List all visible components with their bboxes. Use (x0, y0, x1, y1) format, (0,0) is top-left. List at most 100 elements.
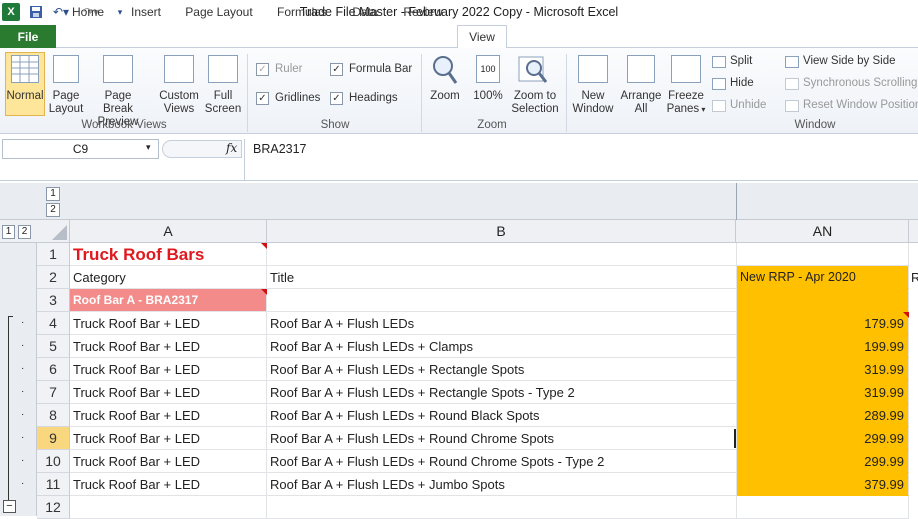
insert-function-icon[interactable]: fx (226, 141, 237, 155)
page-layout-icon[interactable] (53, 55, 79, 83)
cell-b8[interactable]: Roof Bar A + Flush LEDs + Round Black Sp… (267, 404, 737, 427)
cell-an8[interactable]: 289.99 (737, 404, 909, 427)
cell-b9[interactable]: Roof Bar A + Flush LEDs + Round Chrome S… (267, 427, 737, 450)
zoom-100-button[interactable]: 100% (470, 90, 506, 103)
row-header-1[interactable]: 1 (37, 243, 70, 266)
row-header-10[interactable]: 10 (37, 450, 70, 473)
zoom-to-selection-button[interactable]: Zoom to Selection (509, 90, 561, 116)
new-window-icon[interactable] (578, 55, 608, 83)
column-header-b[interactable]: B (267, 220, 736, 243)
arrange-all-icon[interactable] (627, 55, 655, 83)
tab-home[interactable]: Home (70, 5, 106, 19)
cell-an10[interactable]: 299.99 (737, 450, 909, 473)
page-break-preview-icon[interactable] (103, 55, 133, 83)
cell-an11[interactable]: 379.99 (737, 473, 909, 496)
cell-a9[interactable]: Truck Roof Bar + LED (70, 427, 267, 450)
zoom-button[interactable]: Zoom (427, 90, 463, 103)
cell-an1[interactable] (737, 243, 909, 266)
select-all-button[interactable] (37, 220, 70, 243)
tab-insert[interactable]: Insert (126, 5, 166, 19)
cell-a6[interactable]: Truck Roof Bar + LED (70, 358, 267, 381)
full-screen-button[interactable]: Full Screen (203, 90, 243, 116)
cell-an4[interactable]: 179.99 (737, 312, 909, 335)
cell-b3[interactable] (267, 289, 737, 312)
cell-an6[interactable]: 319.99 (737, 358, 909, 381)
row-header-4[interactable]: 4 (37, 312, 70, 335)
formula-input[interactable]: BRA2317 (244, 139, 918, 181)
gridlines-checkbox[interactable]: ✓ (256, 92, 269, 105)
cell-a2[interactable]: Category (70, 266, 267, 289)
tab-view[interactable]: View (457, 25, 507, 49)
tab-file[interactable]: File (0, 25, 56, 49)
cell-an9[interactable]: 299.99 (737, 427, 909, 450)
cell-an2[interactable]: New RRP - Apr 2020 (737, 266, 909, 289)
split-icon (712, 56, 726, 68)
unhide-button[interactable]: Unhide (730, 99, 766, 111)
name-box[interactable]: C9 (2, 139, 159, 159)
row-header-5[interactable]: 5 (37, 335, 70, 358)
cell-an7[interactable]: 319.99 (737, 381, 909, 404)
tab-formulas[interactable]: Formulas (274, 5, 330, 19)
row-header-8[interactable]: 8 (37, 404, 70, 427)
full-screen-icon[interactable] (208, 55, 238, 83)
tab-data[interactable]: Data (348, 5, 382, 19)
ruler-checkbox[interactable]: ✓ (256, 63, 269, 76)
save-icon[interactable] (28, 3, 44, 21)
cell-an5[interactable]: 199.99 (737, 335, 909, 358)
cell-a11[interactable]: Truck Roof Bar + LED (70, 473, 267, 496)
cell-b4[interactable]: Roof Bar A + Flush LEDs (267, 312, 737, 335)
split-button[interactable]: Split (730, 55, 752, 67)
reset-window-position-button[interactable]: Reset Window Position (803, 99, 918, 111)
cell-b7[interactable]: Roof Bar A + Flush LEDs + Rectangle Spot… (267, 381, 737, 404)
tab-review[interactable]: Review (400, 5, 446, 19)
headings-checkbox[interactable]: ✓ (330, 92, 343, 105)
page-layout-button[interactable]: Page Layout (46, 90, 86, 116)
row-header-11[interactable]: 11 (37, 473, 70, 496)
customize-quick-access-icon[interactable]: ▾ (114, 3, 126, 21)
column-header-an[interactable]: AN (737, 220, 909, 243)
zoom-selection-label-1: Zoom to (513, 90, 557, 102)
cell-b2[interactable]: Title (267, 266, 737, 289)
row-header-9[interactable]: 9 (37, 427, 70, 450)
cell-a3[interactable]: Roof Bar A - BRA2317 (70, 289, 267, 312)
zoom-icon[interactable] (430, 54, 460, 86)
formula-bar-checkbox[interactable]: ✓ (330, 63, 343, 76)
cell-a7[interactable]: Truck Roof Bar + LED (70, 381, 267, 404)
row-header-2[interactable]: 2 (37, 266, 70, 289)
custom-views-icon[interactable] (164, 55, 194, 83)
cell-an3[interactable] (737, 289, 909, 312)
row-header-3[interactable]: 3 (37, 289, 70, 312)
freeze-panes-button[interactable]: Freeze Panes ▾ (664, 90, 708, 116)
hide-button[interactable]: Hide (730, 77, 754, 89)
cell-b6[interactable]: Roof Bar A + Flush LEDs + Rectangle Spot… (267, 358, 737, 381)
outline-row-level-2-button[interactable]: 2 (18, 225, 31, 239)
synchronous-scrolling-button[interactable]: Synchronous Scrolling (803, 77, 917, 89)
cell-a4[interactable]: Truck Roof Bar + LED (70, 312, 267, 335)
collapse-group-button[interactable]: − (3, 500, 16, 513)
row-header-7[interactable]: 7 (37, 381, 70, 404)
name-box-dropdown-icon[interactable]: ▾ (146, 142, 151, 153)
outline-row-level-1-button[interactable]: 1 (2, 225, 15, 239)
zoom-to-selection-icon[interactable] (518, 54, 550, 86)
freeze-panes-icon[interactable] (671, 55, 701, 83)
outline-column-level-1-button[interactable]: 1 (46, 187, 60, 201)
tab-page-layout[interactable]: Page Layout (184, 5, 254, 19)
cell-a8[interactable]: Truck Roof Bar + LED (70, 404, 267, 427)
new-window-button[interactable]: New Window (570, 90, 616, 116)
row-header-6[interactable]: 6 (37, 358, 70, 381)
column-header-a[interactable]: A (70, 220, 267, 243)
undo-icon[interactable]: ↶▾ (50, 3, 72, 21)
cell-b5[interactable]: Roof Bar A + Flush LEDs + Clamps (267, 335, 737, 358)
cell-b1[interactable] (267, 243, 737, 266)
cell-a1[interactable]: Truck Roof Bars (70, 243, 267, 266)
cell-a10[interactable]: Truck Roof Bar + LED (70, 450, 267, 473)
custom-views-button[interactable]: Custom Views (156, 90, 202, 116)
cell-b11[interactable]: Roof Bar A + Flush LEDs + Jumbo Spots (267, 473, 737, 496)
excel-logo-icon[interactable]: X (2, 3, 20, 21)
arrange-all-button[interactable]: Arrange All (618, 90, 664, 116)
outline-column-level-2-button[interactable]: 2 (46, 203, 60, 217)
cell-b10[interactable]: Roof Bar A + Flush LEDs + Round Chrome S… (267, 450, 737, 473)
view-side-by-side-button[interactable]: View Side by Side (803, 55, 895, 67)
cell-a5[interactable]: Truck Roof Bar + LED (70, 335, 267, 358)
zoom-100-icon[interactable]: 100 (476, 55, 500, 83)
